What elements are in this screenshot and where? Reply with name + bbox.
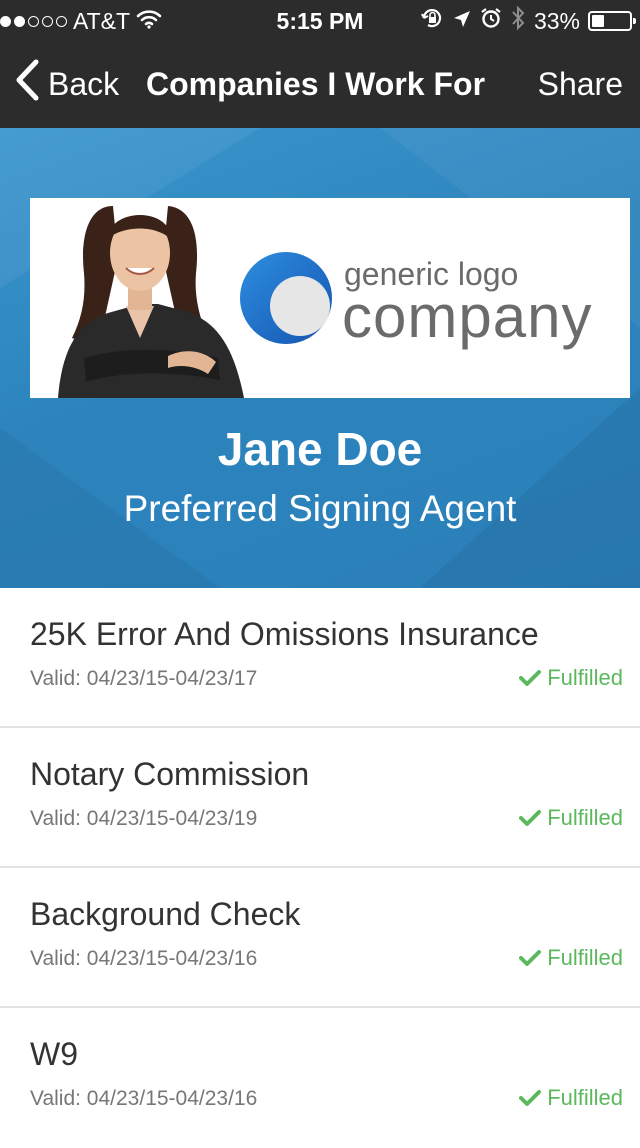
back-button[interactable]: Back [14,59,120,109]
requirement-title: 25K Error And Omissions Insurance [30,616,539,652]
alarm-icon [480,7,502,35]
status-label: Fulfilled [547,945,623,970]
status-label: Fulfilled [547,805,623,830]
requirement-valid-dates: Valid: 04/23/15-04/23/16 [30,947,258,970]
agent-role: Preferred Signing Agent [123,488,517,529]
share-button[interactable]: Share [538,62,623,106]
requirement-row[interactable]: Background Check Valid: 04/23/15-04/23/1… [0,868,640,1008]
requirement-title: W9 [30,1036,78,1072]
status-label: Fulfilled [547,1085,623,1110]
requirement-valid-dates: Valid: 04/23/15-04/23/16 [30,1087,258,1110]
status-right: 33% [420,5,636,37]
checkmark-icon [519,949,542,967]
requirement-title: Background Check [30,896,301,932]
back-label: Back [48,65,120,102]
navigation-bar: Back Companies I Work For Share [0,40,640,128]
company-logo-icon [240,252,332,344]
bluetooth-icon [510,5,526,37]
requirement-valid-dates: Valid: 04/23/15-04/23/17 [30,667,258,690]
requirement-row[interactable]: Notary Commission Valid: 04/23/15-04/23/… [0,728,640,868]
location-arrow-icon [452,8,472,35]
page-title: Companies I Work For [146,66,486,102]
battery-percent: 33% [533,7,580,34]
agent-photo [58,206,244,398]
battery-icon [588,11,636,31]
top-bar: AT&T 5:15 PM 33% Back Companies I Work F… [0,0,640,128]
requirements-list: 25K Error And Omissions Insurance Valid:… [0,588,640,1148]
requirement-row[interactable]: W9 Valid: 04/23/15-04/23/16 Fulfilled [0,1008,640,1148]
status-label: Fulfilled [547,665,623,690]
requirement-row[interactable]: 25K Error And Omissions Insurance Valid:… [0,588,640,728]
requirement-valid-dates: Valid: 04/23/15-04/23/19 [30,807,258,830]
requirement-status: Fulfilled [519,664,623,692]
logo-text-company: company [342,283,593,350]
requirement-title: Notary Commission [30,756,310,792]
checkmark-icon [519,1089,542,1107]
battery-level-fill [592,15,604,27]
checkmark-icon [519,669,542,687]
requirement-status: Fulfilled [519,804,623,832]
requirement-status: Fulfilled [519,944,623,972]
chevron-left-icon [14,59,40,109]
profile-header: generic logo company Jane Doe Preferred … [0,128,640,588]
rotation-lock-icon [420,6,444,36]
requirement-status: Fulfilled [519,1084,623,1112]
status-bar: AT&T 5:15 PM 33% [0,0,640,40]
agent-name: Jane Doe [217,423,423,475]
company-banner: generic logo company [30,198,630,398]
checkmark-icon [519,809,542,827]
